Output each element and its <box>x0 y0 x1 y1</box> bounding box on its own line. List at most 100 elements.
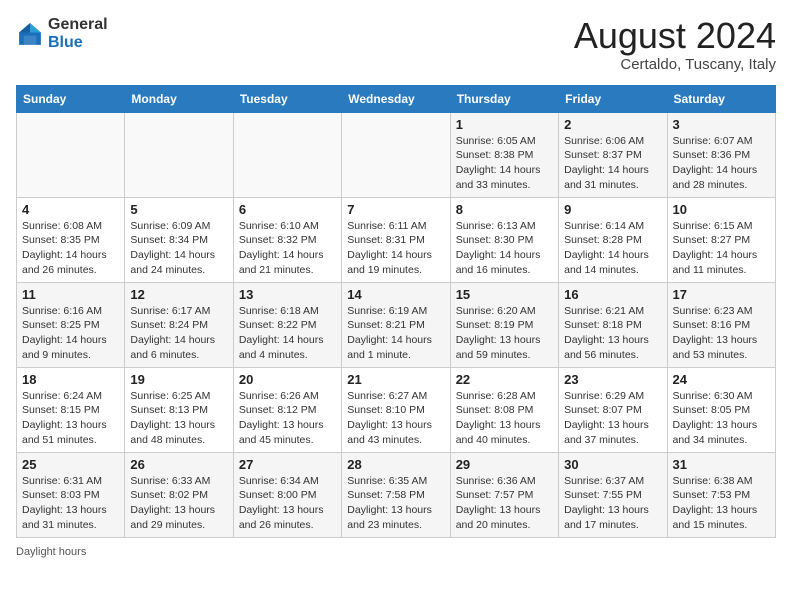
calendar-cell: 7Sunrise: 6:11 AM Sunset: 8:31 PM Daylig… <box>342 197 450 282</box>
day-number: 1 <box>456 117 553 132</box>
daylight-label: Daylight hours <box>16 546 86 558</box>
day-number: 10 <box>673 202 770 217</box>
day-info: Sunrise: 6:14 AM Sunset: 8:28 PM Dayligh… <box>564 219 661 278</box>
day-number: 11 <box>22 287 119 302</box>
day-info: Sunrise: 6:05 AM Sunset: 8:38 PM Dayligh… <box>456 134 553 193</box>
logo-blue: Blue <box>48 34 108 52</box>
day-info: Sunrise: 6:08 AM Sunset: 8:35 PM Dayligh… <box>22 219 119 278</box>
calendar-header-row: SundayMondayTuesdayWednesdayThursdayFrid… <box>17 85 776 112</box>
day-number: 19 <box>130 372 227 387</box>
day-number: 18 <box>22 372 119 387</box>
day-number: 30 <box>564 457 661 472</box>
calendar-day-header: Tuesday <box>233 85 341 112</box>
day-info: Sunrise: 6:24 AM Sunset: 8:15 PM Dayligh… <box>22 389 119 448</box>
calendar-cell: 22 Sunrise: 6:28 AM Sunset: 8:08 PM Dayli… <box>450 367 558 452</box>
calendar-day-header: Thursday <box>450 85 558 112</box>
calendar-week-row: 25 Sunrise: 6:31 AM Sunset: 8:03 PM Dayli… <box>17 452 776 537</box>
day-number: 14 <box>347 287 444 302</box>
calendar-week-row: 4 Sunrise: 6:08 AM Sunset: 8:35 PM Daylig… <box>17 197 776 282</box>
day-info: Sunrise: 6:17 AM Sunset: 8:24 PM Dayligh… <box>130 304 227 363</box>
calendar-cell: 26 Sunrise: 6:33 AM Sunset: 8:02 PM Dayli… <box>125 452 233 537</box>
day-info: Sunrise: 6:23 AM Sunset: 8:16 PM Dayligh… <box>673 304 770 363</box>
calendar-cell: 17Sunrise: 6:23 AM Sunset: 8:16 PM Dayli… <box>667 282 775 367</box>
day-info: Sunrise: 6:28 AM Sunset: 8:08 PM Dayligh… <box>456 389 553 448</box>
day-number: 28 <box>347 457 444 472</box>
day-info: Sunrise: 6:27 AM Sunset: 8:10 PM Dayligh… <box>347 389 444 448</box>
day-info: Sunrise: 6:13 AM Sunset: 8:30 PM Dayligh… <box>456 219 553 278</box>
month-title: August 2024 <box>574 16 776 56</box>
calendar-cell: 31 Sunrise: 6:38 AM Sunset: 7:53 PM Dayli… <box>667 452 775 537</box>
day-info: Sunrise: 6:38 AM Sunset: 7:53 PM Dayligh… <box>673 474 770 533</box>
calendar-cell: 24 Sunrise: 6:30 AM Sunset: 8:05 PM Dayli… <box>667 367 775 452</box>
calendar-cell: 10Sunrise: 6:15 AM Sunset: 8:27 PM Dayli… <box>667 197 775 282</box>
calendar-week-row: 18 Sunrise: 6:24 AM Sunset: 8:15 PM Dayli… <box>17 367 776 452</box>
day-number: 22 <box>456 372 553 387</box>
calendar-cell: 4 Sunrise: 6:08 AM Sunset: 8:35 PM Daylig… <box>17 197 125 282</box>
calendar-cell: 12Sunrise: 6:17 AM Sunset: 8:24 PM Dayli… <box>125 282 233 367</box>
calendar-cell: 27 Sunrise: 6:34 AM Sunset: 8:00 PM Dayli… <box>233 452 341 537</box>
title-block: August 2024 Certaldo, Tuscany, Italy <box>574 16 776 73</box>
day-number: 27 <box>239 457 336 472</box>
location-subtitle: Certaldo, Tuscany, Italy <box>574 56 776 73</box>
day-info: Sunrise: 6:21 AM Sunset: 8:18 PM Dayligh… <box>564 304 661 363</box>
footer: Daylight hours <box>16 546 776 558</box>
calendar-cell: 20Sunrise: 6:26 AM Sunset: 8:12 PM Dayli… <box>233 367 341 452</box>
calendar-cell: 11Sunrise: 6:16 AM Sunset: 8:25 PM Dayli… <box>17 282 125 367</box>
page-header: General Blue August 2024 Certaldo, Tusca… <box>16 16 776 73</box>
day-info: Sunrise: 6:18 AM Sunset: 8:22 PM Dayligh… <box>239 304 336 363</box>
day-number: 3 <box>673 117 770 132</box>
calendar-day-header: Wednesday <box>342 85 450 112</box>
day-number: 13 <box>239 287 336 302</box>
calendar-cell <box>342 112 450 197</box>
calendar-cell <box>17 112 125 197</box>
calendar-cell: 29 Sunrise: 6:36 AM Sunset: 7:57 PM Dayli… <box>450 452 558 537</box>
logo-icon <box>16 20 44 48</box>
day-info: Sunrise: 6:31 AM Sunset: 8:03 PM Dayligh… <box>22 474 119 533</box>
calendar-cell: 5 Sunrise: 6:09 AM Sunset: 8:34 PM Daylig… <box>125 197 233 282</box>
day-number: 31 <box>673 457 770 472</box>
calendar-cell: 18 Sunrise: 6:24 AM Sunset: 8:15 PM Dayli… <box>17 367 125 452</box>
calendar-cell <box>125 112 233 197</box>
calendar-cell: 28 Sunrise: 6:35 AM Sunset: 7:58 PM Dayli… <box>342 452 450 537</box>
calendar-cell: 30Sunrise: 6:37 AM Sunset: 7:55 PM Dayli… <box>559 452 667 537</box>
calendar-day-header: Sunday <box>17 85 125 112</box>
calendar-cell: 23 Sunrise: 6:29 AM Sunset: 8:07 PM Dayli… <box>559 367 667 452</box>
calendar-table: SundayMondayTuesdayWednesdayThursdayFrid… <box>16 85 776 538</box>
calendar-day-header: Friday <box>559 85 667 112</box>
day-number: 9 <box>564 202 661 217</box>
day-info: Sunrise: 6:35 AM Sunset: 7:58 PM Dayligh… <box>347 474 444 533</box>
day-info: Sunrise: 6:29 AM Sunset: 8:07 PM Dayligh… <box>564 389 661 448</box>
day-number: 6 <box>239 202 336 217</box>
day-number: 21 <box>347 372 444 387</box>
calendar-cell: 14Sunrise: 6:19 AM Sunset: 8:21 PM Dayli… <box>342 282 450 367</box>
day-info: Sunrise: 6:30 AM Sunset: 8:05 PM Dayligh… <box>673 389 770 448</box>
calendar-cell: 9 Sunrise: 6:14 AM Sunset: 8:28 PM Daylig… <box>559 197 667 282</box>
day-number: 23 <box>564 372 661 387</box>
day-number: 20 <box>239 372 336 387</box>
day-number: 24 <box>673 372 770 387</box>
day-info: Sunrise: 6:20 AM Sunset: 8:19 PM Dayligh… <box>456 304 553 363</box>
day-number: 8 <box>456 202 553 217</box>
calendar-week-row: 1 Sunrise: 6:05 AM Sunset: 8:38 PM Daylig… <box>17 112 776 197</box>
logo: General Blue <box>16 16 108 51</box>
day-number: 16 <box>564 287 661 302</box>
day-number: 29 <box>456 457 553 472</box>
calendar-cell: 16 Sunrise: 6:21 AM Sunset: 8:18 PM Dayli… <box>559 282 667 367</box>
calendar-cell <box>233 112 341 197</box>
day-number: 4 <box>22 202 119 217</box>
day-info: Sunrise: 6:09 AM Sunset: 8:34 PM Dayligh… <box>130 219 227 278</box>
day-number: 25 <box>22 457 119 472</box>
day-number: 5 <box>130 202 227 217</box>
calendar-day-header: Monday <box>125 85 233 112</box>
day-info: Sunrise: 6:07 AM Sunset: 8:36 PM Dayligh… <box>673 134 770 193</box>
day-info: Sunrise: 6:11 AM Sunset: 8:31 PM Dayligh… <box>347 219 444 278</box>
calendar-cell: 1 Sunrise: 6:05 AM Sunset: 8:38 PM Daylig… <box>450 112 558 197</box>
day-info: Sunrise: 6:34 AM Sunset: 8:00 PM Dayligh… <box>239 474 336 533</box>
day-info: Sunrise: 6:33 AM Sunset: 8:02 PM Dayligh… <box>130 474 227 533</box>
day-info: Sunrise: 6:06 AM Sunset: 8:37 PM Dayligh… <box>564 134 661 193</box>
logo-general: General <box>48 16 108 34</box>
day-info: Sunrise: 6:36 AM Sunset: 7:57 PM Dayligh… <box>456 474 553 533</box>
calendar-cell: 15Sunrise: 6:20 AM Sunset: 8:19 PM Dayli… <box>450 282 558 367</box>
day-number: 26 <box>130 457 227 472</box>
day-number: 2 <box>564 117 661 132</box>
